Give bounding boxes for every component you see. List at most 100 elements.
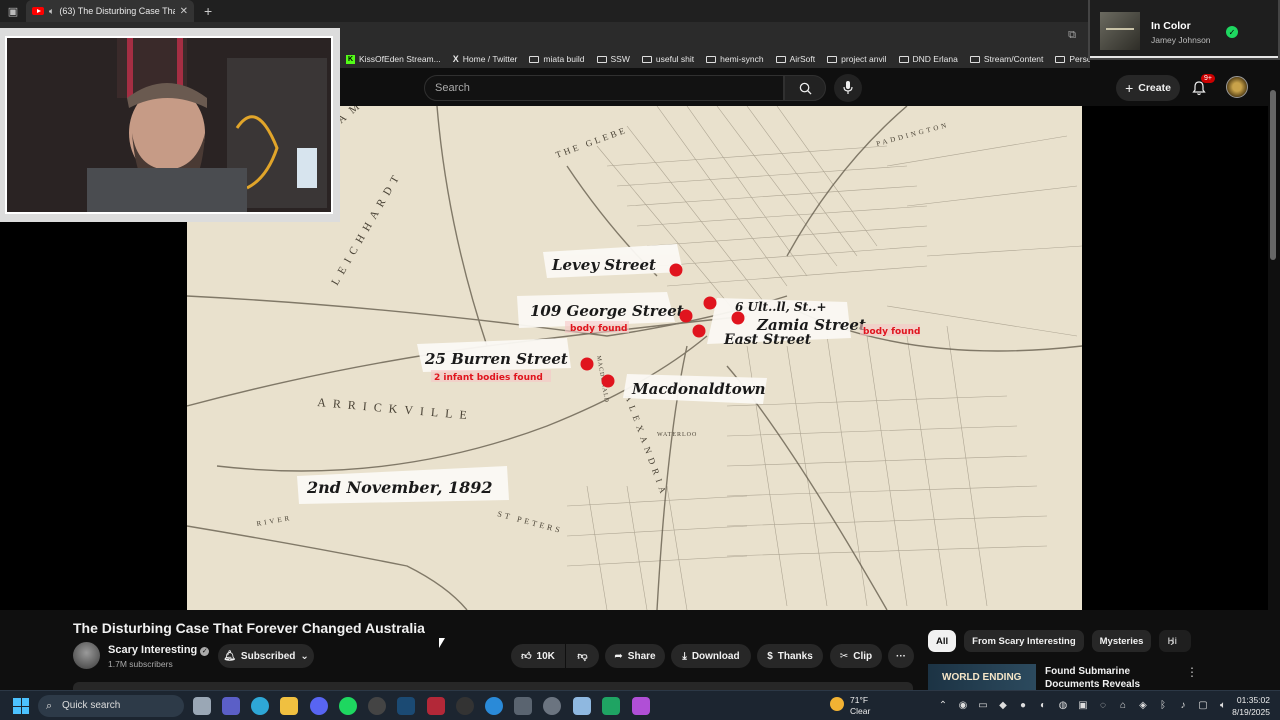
- bookmark-folder[interactable]: hemi-synch: [706, 54, 764, 64]
- bluetooth-icon[interactable]: ᛒ: [1156, 699, 1170, 713]
- window-menu-icon[interactable]: ▣: [0, 0, 26, 22]
- webcam-frame: [5, 36, 333, 214]
- marker-zamia-street: [731, 311, 745, 325]
- subscribed-button[interactable]: 🔔︎ Subscribed ⌄: [218, 644, 314, 668]
- overlay-divider: [1090, 56, 1278, 58]
- tray-icon[interactable]: ◌: [1096, 699, 1110, 713]
- account-avatar[interactable]: [1226, 76, 1248, 98]
- spreadsheet-icon[interactable]: [602, 697, 620, 715]
- taskbar-search[interactable]: ⌕ Quick search: [38, 695, 184, 717]
- search-button[interactable]: [784, 75, 826, 101]
- tray-icon[interactable]: ▭: [976, 699, 990, 713]
- app-icon[interactable]: [543, 697, 561, 715]
- recommended-video-title[interactable]: Found Submarine Documents Reveals Horrif…: [1045, 665, 1185, 690]
- close-tab-icon[interactable]: ✕: [180, 6, 188, 17]
- obs-icon[interactable]: [368, 697, 386, 715]
- webcam-overlay: [0, 28, 340, 222]
- search-icon: [799, 82, 812, 95]
- bookmark-folder[interactable]: SSW: [596, 54, 630, 64]
- bookmarks-bar: K KissOfEden Stream... X Home / Twitter mi…: [340, 50, 1090, 68]
- tray-icon[interactable]: ⌂: [1116, 699, 1130, 713]
- file-explorer-icon[interactable]: [280, 697, 298, 715]
- bookmark-kick[interactable]: K KissOfEden Stream...: [346, 54, 441, 64]
- teams-icon[interactable]: [222, 697, 240, 715]
- screen: ▣ 🔈︎ (63) The Disturbing Case Tha ✕ + ⧉ …: [0, 0, 1280, 720]
- verified-icon: ✓: [200, 647, 210, 656]
- channel-name[interactable]: Scary Interesting ✓: [108, 644, 210, 656]
- bookmark-folder[interactable]: project anvil: [827, 54, 887, 64]
- marker-macdonaldtown: [601, 374, 615, 388]
- tray-icon[interactable]: ▣: [1076, 699, 1090, 713]
- chevron-right-icon[interactable]: ›: [1170, 633, 1175, 649]
- spotify-icon[interactable]: [339, 697, 357, 715]
- chevron-up-icon[interactable]: ⌃: [936, 699, 950, 713]
- bookmark-folder[interactable]: AirSoft: [775, 54, 815, 64]
- voice-search-button[interactable]: [834, 74, 862, 102]
- tray-icon[interactable]: ◈: [1136, 699, 1150, 713]
- bookmark-folder[interactable]: Stream/Content: [969, 54, 1043, 64]
- chip-all[interactable]: All: [928, 630, 957, 652]
- scrollbar-thumb[interactable]: [1270, 90, 1276, 260]
- thanks-button[interactable]: $ Thanks: [757, 644, 823, 668]
- recommended-video-thumbnail[interactable]: WORLD ENDING: [928, 664, 1036, 690]
- label-ultimo-street: 6 Ult..ll, St..+: [735, 300, 827, 314]
- chip-mysteries[interactable]: Mysteries: [1091, 630, 1152, 652]
- tray-icon[interactable]: ◆: [996, 699, 1010, 713]
- download-button[interactable]: ⤓ Download: [671, 644, 751, 668]
- folder-icon: [596, 55, 607, 63]
- thanks-icon: $: [767, 650, 773, 662]
- dislike-button[interactable]: 👎︎: [566, 644, 599, 668]
- chip-history[interactable]: Hi: [1159, 630, 1192, 652]
- app-icon[interactable]: [632, 697, 650, 715]
- more-actions-button[interactable]: ···: [888, 644, 914, 668]
- channel-avatar[interactable]: [73, 642, 100, 669]
- like-button[interactable]: 👍︎ 10K: [511, 644, 565, 668]
- bookmark-folder[interactable]: DND Erlana: [898, 54, 958, 64]
- bookmark-twitter[interactable]: X Home / Twitter: [453, 54, 518, 64]
- chevron-down-icon: ⌄: [300, 650, 309, 662]
- monitor-icon[interactable]: ▢: [1196, 699, 1210, 713]
- notepad-icon[interactable]: [573, 697, 591, 715]
- label-macdonaldtown: Macdonaldtown: [631, 380, 766, 398]
- discord-icon[interactable]: [310, 697, 328, 715]
- notification-count-badge: 9+: [1201, 74, 1215, 83]
- share-button[interactable]: ➦ Share: [605, 644, 665, 668]
- app-icon[interactable]: [514, 697, 532, 715]
- label-george-street: 109 George Street: [530, 302, 684, 320]
- app-icon[interactable]: [456, 697, 474, 715]
- tray-icon[interactable]: ●: [1016, 699, 1030, 713]
- chip-from-channel[interactable]: From Scary Interesting: [964, 630, 1084, 652]
- taskview-icon[interactable]: [193, 697, 211, 715]
- create-button[interactable]: + Create: [1116, 75, 1180, 101]
- edge-icon[interactable]: [251, 697, 269, 715]
- label-east-street: East Street: [723, 332, 812, 348]
- app-icon[interactable]: [485, 697, 503, 715]
- more-vert-icon[interactable]: ⋮: [1186, 665, 1198, 679]
- tray-icon[interactable]: ◉: [956, 699, 970, 713]
- bookmark-folder[interactable]: miata build: [529, 54, 585, 64]
- folder-icon: [827, 55, 838, 63]
- clip-button[interactable]: ✂︎ Clip: [830, 644, 882, 668]
- new-tab-button[interactable]: +: [204, 3, 212, 19]
- speaker-icon[interactable]: 🔈︎: [49, 6, 54, 17]
- steam-icon[interactable]: [397, 697, 415, 715]
- marker-ultimo: [703, 296, 717, 310]
- mouse-cursor: [439, 638, 445, 648]
- clock[interactable]: 01:35:02 8/19/2025: [1226, 694, 1270, 718]
- label-date: 2nd November, 1892: [306, 478, 493, 497]
- weather-temp: 71°F: [850, 695, 869, 705]
- start-button[interactable]: [13, 698, 29, 714]
- extension-icon[interactable]: ⧉: [1068, 29, 1076, 42]
- mic-icon[interactable]: ♪: [1176, 699, 1190, 713]
- search-input[interactable]: Search: [424, 75, 784, 101]
- browser-tab-youtube[interactable]: 🔈︎ (63) The Disturbing Case Tha ✕: [26, 0, 194, 22]
- bookmark-folder[interactable]: Personal D: [1055, 54, 1090, 64]
- tray-icon[interactable]: ◐: [1036, 699, 1050, 713]
- app-icon[interactable]: [427, 697, 445, 715]
- marker-burren-street: [580, 357, 594, 371]
- bookmark-folder[interactable]: useful shit: [641, 54, 694, 64]
- tray-icon[interactable]: ◍: [1056, 699, 1070, 713]
- recommendation-filter-chips: All From Scary Interesting Mysteries Hi: [928, 630, 1192, 652]
- label-body-found-2: body found: [863, 327, 920, 337]
- description-box[interactable]: [73, 682, 913, 690]
